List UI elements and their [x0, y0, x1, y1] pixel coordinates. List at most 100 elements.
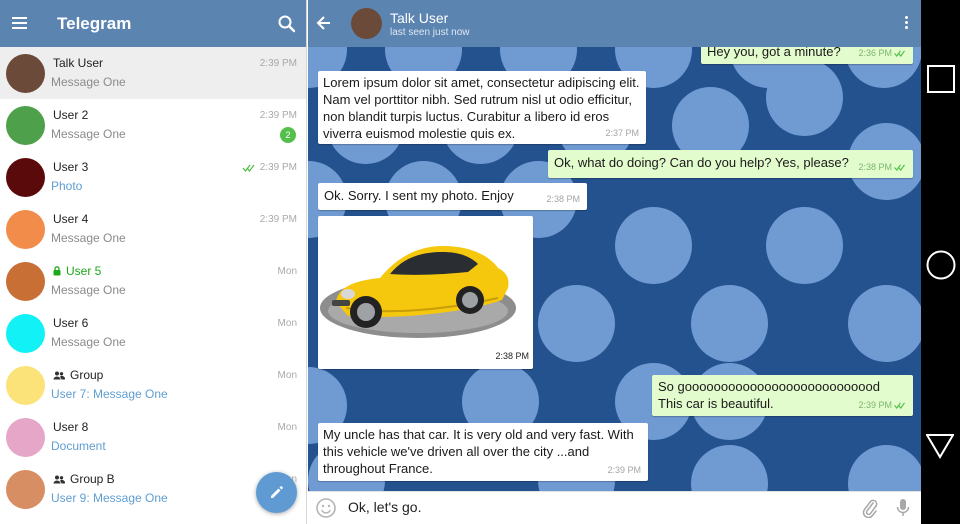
chat-time: Mon: [277, 422, 297, 433]
message-text: Lorem ipsum dolor sit amet, consectetur …: [323, 75, 640, 141]
message-text: Ok. Sorry. I sent my photo. Enjoy: [324, 188, 514, 203]
avatar: [6, 314, 45, 353]
hamburger-icon[interactable]: [12, 17, 27, 29]
message-bubble-in[interactable]: My uncle has that car. It is very old an…: [318, 423, 648, 481]
message-bubble-out[interactable]: So gooooooooooooooooooooooooood This car…: [652, 375, 913, 416]
group-icon: [53, 475, 65, 483]
chat-name: User 4: [53, 212, 89, 226]
chat-name: User 8: [53, 420, 89, 434]
message-time: 2:39 PM: [858, 397, 906, 414]
chat-name: User 6: [53, 316, 89, 330]
square-icon[interactable]: [927, 65, 955, 93]
chat-list-panel: Telegram Talk User Message One 2:39 PM U…: [0, 0, 307, 524]
double-check-icon: [894, 50, 905, 57]
chat-time: 2:39 PM: [242, 162, 297, 173]
chat-item-user-4[interactable]: User 4 Message One 2:39 PM: [0, 203, 306, 255]
circle-icon[interactable]: [926, 250, 956, 280]
pattern-dot: [848, 285, 921, 362]
pattern-dot: [766, 207, 843, 284]
group-icon: [53, 371, 65, 379]
chat-time: Mon: [277, 318, 297, 329]
arrow-back-icon[interactable]: [316, 15, 332, 31]
chat-last-message: Message One: [51, 75, 126, 89]
message-time: 2:36 PM: [858, 45, 906, 62]
microphone-icon[interactable]: [896, 498, 910, 518]
chat-name: User 3: [53, 160, 89, 174]
chat-item-user-2[interactable]: User 2 Message One 2:39 PM 2: [0, 99, 306, 151]
double-check-icon: [894, 402, 905, 409]
message-bubble-in[interactable]: Ok. Sorry. I sent my photo. Enjoy 2:38 P…: [318, 183, 587, 210]
smiley-icon[interactable]: [315, 497, 337, 519]
avatar: [6, 366, 45, 405]
message-time: 2:38 PM: [858, 159, 906, 176]
chat-time: 2:39 PM: [259, 110, 297, 121]
message-text: My uncle has that car. It is very old an…: [323, 427, 634, 476]
chat-last-message: Message One: [51, 127, 126, 141]
chat-last-message: User 7: Message One: [51, 387, 168, 401]
conversation-header: Talk User last seen just now: [308, 0, 921, 47]
chat-item-user-6[interactable]: User 6 Message One Mon: [0, 307, 306, 359]
app-title: Telegram: [57, 14, 132, 33]
message-text: Ok, what do doing? Can do you help? Yes,…: [554, 155, 849, 170]
chat-list-header: Telegram: [0, 0, 306, 47]
chat-name: User 2: [53, 108, 89, 122]
chat-name: Group B: [53, 472, 115, 486]
pattern-dot: [538, 285, 615, 362]
message-time: 2:38 PM: [546, 194, 580, 204]
unread-badge: 2: [280, 127, 296, 143]
message-bubble-in[interactable]: Lorem ipsum dolor sit amet, consectetur …: [318, 71, 646, 144]
pattern-dot: [766, 59, 843, 136]
avatar: [6, 210, 45, 249]
chat-item-user-3[interactable]: User 3 Photo 2:39 PM: [0, 151, 306, 203]
chat-last-message: Message One: [51, 231, 126, 245]
chat-time: Mon: [277, 370, 297, 381]
chat-last-message: Message One: [51, 335, 126, 349]
system-nav-bar: [921, 0, 960, 524]
chat-last-message: Document: [51, 439, 106, 453]
chat-time: 2:39 PM: [259, 214, 297, 225]
photo-message[interactable]: 2:38 PM: [318, 216, 533, 369]
chat-name: Talk User: [53, 56, 104, 70]
message-composer: Ok, let's go.: [308, 491, 921, 524]
contact-status: last seen just now: [390, 27, 470, 38]
pencil-icon: [271, 486, 283, 498]
chat-last-message: Message One: [51, 283, 126, 297]
chat-item-user-5[interactable]: User 5 Message One Mon: [0, 255, 306, 307]
message-text: So gooooooooooooooooooooooooood This car…: [658, 379, 880, 411]
chat-last-message: User 9: Message One: [51, 491, 168, 505]
avatar[interactable]: [351, 8, 382, 39]
chat-item-group[interactable]: Group User 7: Message One Mon: [0, 359, 306, 411]
lock-icon: [53, 266, 61, 276]
contact-name[interactable]: Talk User: [390, 10, 448, 26]
more-vert-icon[interactable]: [905, 16, 909, 30]
pattern-dot: [848, 445, 921, 491]
car-photo: [320, 246, 516, 338]
pattern-dot: [691, 285, 768, 362]
avatar: [6, 158, 45, 197]
triangle-icon[interactable]: [926, 433, 954, 459]
chat-item-talk-user[interactable]: Talk User Message One 2:39 PM: [0, 47, 306, 99]
message-time: 2:37 PM: [605, 128, 639, 138]
message-time: 2:39 PM: [607, 465, 641, 475]
paperclip-icon[interactable]: [862, 498, 878, 518]
search-icon[interactable]: [277, 14, 297, 34]
chat-name: Group: [53, 368, 103, 382]
conversation-panel: Talk User last seen just now Hey you, go…: [308, 0, 921, 524]
avatar: [6, 106, 45, 145]
avatar: [6, 262, 45, 301]
avatar: [6, 54, 45, 93]
double-check-icon: [894, 164, 905, 171]
chat-time: Mon: [277, 266, 297, 277]
message-bubble-out[interactable]: Ok, what do doing? Can do you help? Yes,…: [548, 150, 913, 178]
double-check-icon: [242, 164, 255, 172]
message-time: 2:38 PM: [495, 351, 529, 361]
pattern-dot: [615, 207, 692, 284]
chat-item-user-8[interactable]: User 8 Document Mon: [0, 411, 306, 463]
avatar: [6, 470, 45, 509]
chat-time: 2:39 PM: [259, 58, 297, 69]
chat-name: User 5: [53, 264, 101, 278]
pattern-dot: [691, 445, 768, 491]
compose-button[interactable]: [256, 472, 297, 513]
message-input[interactable]: Ok, let's go.: [348, 499, 421, 515]
avatar: [6, 418, 45, 457]
